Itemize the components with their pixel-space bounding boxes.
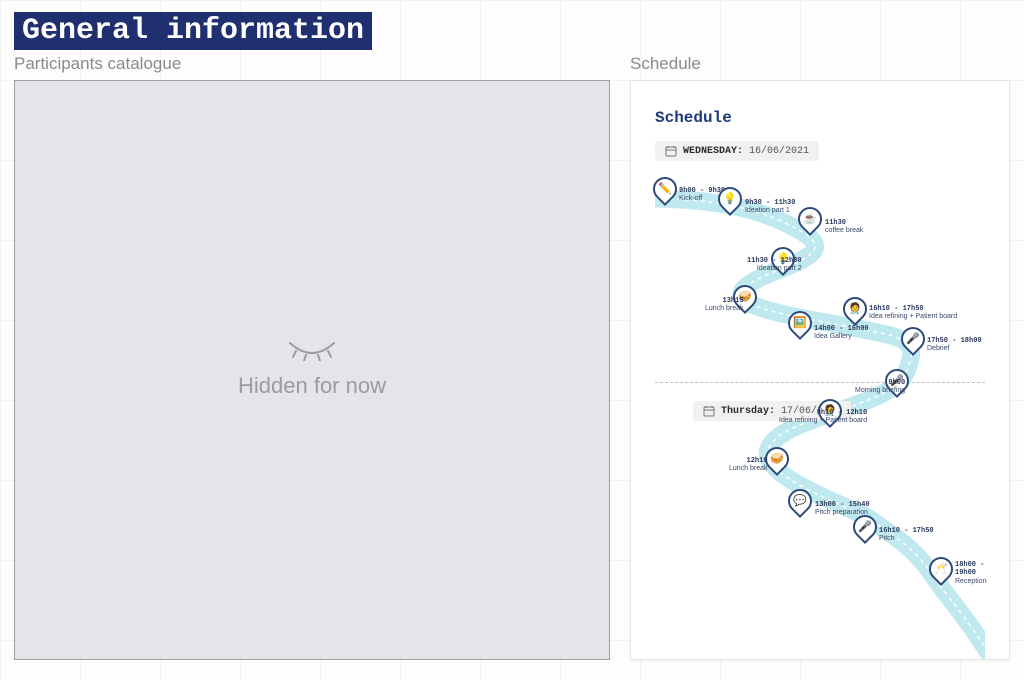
day2-label: Thursday: (721, 406, 775, 417)
map-pin-icon: ☕ (798, 207, 822, 237)
schedule-event: 9h00Morning briefing (855, 379, 905, 396)
schedule-event: 17h50 - 18h00Debrief (927, 337, 982, 354)
map-pin-icon: 🎤 (901, 327, 925, 357)
schedule-event: 18h00 - 19h00Reception (955, 561, 987, 586)
calendar-icon (665, 145, 677, 157)
map-pin-icon: 🧑‍⚕️ (843, 297, 867, 327)
schedule-event: 13h15Lunch break (705, 297, 744, 314)
schedule-event: 9h30 - 11h30Ideation part 1 (745, 199, 795, 216)
schedule-event: 9h10 - 12h10Idea refining + Patient boar… (779, 409, 867, 426)
schedule-event: 16h10 - 17h50Idea refining + Patient boa… (869, 305, 957, 322)
page-title: General information (14, 12, 372, 50)
map-pin-icon: 🥂 (929, 557, 953, 587)
hidden-for-now-text: Hidden for now (238, 373, 386, 399)
schedule-event: 16h10 - 17h50Pitch (879, 527, 934, 544)
schedule-event: 12h10Lunch break (729, 457, 768, 474)
map-pin-icon: 🥪 (765, 447, 789, 477)
schedule-event: 14h00 - 16h00Idea Gallery (814, 325, 869, 342)
map-pin-icon: 💬 (788, 489, 812, 519)
day1-pill: WEDNESDAY: 16/06/2021 (655, 141, 819, 161)
schedule-event: 9h00 - 9h30Kick-off (679, 187, 725, 204)
closed-eye-icon (288, 341, 336, 361)
participants-panel[interactable]: Hidden for now (14, 80, 610, 660)
schedule-title: Schedule (655, 109, 985, 127)
map-pin-icon: ✏️ (653, 177, 677, 207)
schedule-event: 13h00 - 15h40Pitch preparation (815, 501, 870, 518)
day1-label: WEDNESDAY: (683, 146, 743, 157)
calendar-icon (703, 405, 715, 417)
schedule-event: 11h30 - 12h30Ideation part 2 (747, 257, 802, 274)
participants-label: Participants catalogue (14, 54, 610, 74)
schedule-panel[interactable]: Schedule WEDNESDAY: 16/06/2021 ✏️ 9h00 -… (630, 80, 1010, 660)
schedule-label: Schedule (630, 54, 1010, 74)
schedule-event: 11h30coffee break (825, 219, 863, 236)
map-pin-icon: 🖼️ (788, 311, 812, 341)
map-pin-icon: 🎤 (853, 515, 877, 545)
day1-date: 16/06/2021 (749, 146, 809, 157)
day-divider (655, 382, 985, 383)
